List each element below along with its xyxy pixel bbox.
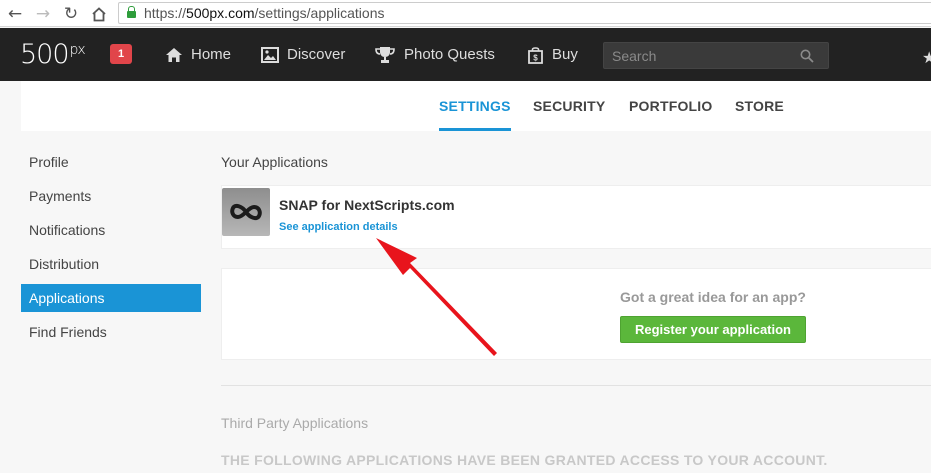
app-logo (222, 188, 270, 236)
reload-icon[interactable]: ↻ (61, 4, 81, 24)
shopping-bag-icon: $ (528, 46, 543, 64)
application-card: SNAP for NextScripts.com See application… (221, 185, 931, 249)
infinity-icon (230, 203, 262, 221)
settings-sidebar: Profile Payments Notifications Distribut… (21, 148, 201, 352)
register-application-button[interactable]: Register your application (620, 316, 806, 343)
search-input[interactable] (604, 47, 800, 64)
trophy-icon (375, 46, 395, 63)
nav-home[interactable]: Home (165, 28, 231, 81)
section-title-your-applications: Your Applications (221, 154, 328, 170)
nav-buy-label: Buy (552, 46, 578, 63)
section-title-third-party: Third Party Applications (221, 415, 369, 431)
nav-discover[interactable]: Discover (261, 28, 345, 81)
nav-photo-quests-label: Photo Quests (404, 46, 495, 63)
sidebar-item-find-friends[interactable]: Find Friends (21, 318, 201, 346)
image-icon (261, 46, 279, 63)
nav-buy[interactable]: $ Buy (527, 28, 578, 81)
sidebar-item-notifications[interactable]: Notifications (21, 216, 201, 244)
tab-settings[interactable]: SETTINGS (439, 81, 511, 131)
nav-discover-label: Discover (287, 46, 346, 63)
register-prompt: Got a great idea for an app? (620, 289, 806, 305)
sidebar-item-profile[interactable]: Profile (21, 148, 201, 176)
back-icon[interactable]: ← (5, 4, 25, 24)
nav-photo-quests[interactable]: Photo Quests (374, 28, 495, 81)
site-logo[interactable]: 500px (20, 39, 86, 70)
star-icon[interactable]: ★ (922, 48, 931, 68)
search-icon[interactable] (800, 49, 814, 63)
third-party-description: THE FOLLOWING APPLICATIONS HAVE BEEN GRA… (221, 452, 828, 468)
search-box (603, 42, 829, 69)
address-bar[interactable]: https://500px.com/settings/applications (118, 2, 931, 24)
tab-portfolio[interactable]: PORTFOLIO (629, 81, 712, 131)
url-text: https://500px.com/settings/applications (144, 5, 385, 21)
see-application-details-link[interactable]: See application details (279, 221, 398, 233)
tab-security[interactable]: SECURITY (533, 81, 605, 131)
sidebar-item-payments[interactable]: Payments (21, 182, 201, 210)
sidebar-item-applications[interactable]: Applications (21, 284, 201, 312)
register-app-card: Got a great idea for an app? Register yo… (221, 268, 931, 360)
settings-tabs: SETTINGS SECURITY PORTFOLIO STORE (21, 81, 931, 131)
forward-icon[interactable]: → (33, 4, 53, 24)
nav-home-label: Home (191, 46, 232, 63)
browser-toolbar: ← → ↻ https://500px.com/settings/applica… (0, 0, 931, 27)
lock-icon (127, 6, 136, 18)
site-header: 500px 1 Home Discover Photo Quests $ Buy… (0, 28, 931, 81)
app-name: SNAP for NextScripts.com (279, 197, 455, 213)
section-divider (221, 385, 931, 386)
home-page-icon[interactable] (89, 4, 109, 24)
tab-store[interactable]: STORE (735, 81, 784, 131)
house-icon (166, 47, 182, 62)
notification-badge[interactable]: 1 (110, 44, 132, 64)
svg-text:$: $ (533, 53, 538, 62)
sidebar-item-distribution[interactable]: Distribution (21, 250, 201, 278)
